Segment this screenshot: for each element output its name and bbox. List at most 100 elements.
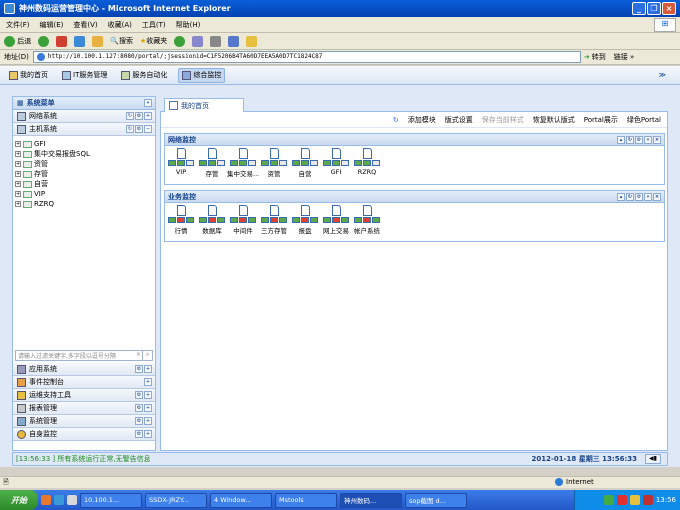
collapse-panel-button[interactable]: « — [144, 99, 152, 107]
tray-security-icon[interactable] — [616, 495, 627, 505]
favorites-button[interactable]: ★收藏夹 — [140, 36, 167, 46]
menu-group-ops-tools[interactable]: 运维支持工具 ⚙ + — [13, 389, 155, 402]
tray-network-icon[interactable] — [603, 495, 614, 505]
taskbar-item[interactable]: sop截图 d... — [405, 492, 467, 508]
stop-icon[interactable] — [56, 35, 68, 47]
quicklaunch-desktop-icon[interactable] — [67, 495, 77, 505]
gear-tool-icon[interactable]: ⚙ — [635, 136, 643, 144]
refresh-tool-icon[interactable]: ↻ — [626, 193, 634, 201]
expand-tool-icon[interactable]: + — [144, 112, 152, 120]
taskbar-item-active[interactable]: 神州数码... — [340, 492, 402, 508]
back-button[interactable]: 后退 — [4, 35, 31, 47]
tree-expand-icon[interactable]: + — [15, 181, 21, 187]
monitor-item[interactable]: 存管 — [198, 148, 226, 182]
menu-view[interactable]: 查看(V) — [73, 20, 97, 30]
history-icon[interactable] — [174, 35, 186, 47]
green-portal-button[interactable]: 绿色Portal — [627, 115, 661, 125]
address-input[interactable]: http://10.100.1.127:8080/portal/;jsessio… — [32, 51, 581, 63]
tree-expand-icon[interactable]: + — [15, 191, 21, 197]
restore-default-button[interactable]: 恢复默认版式 — [533, 115, 575, 125]
quicklaunch-ie-icon[interactable] — [54, 495, 64, 505]
gear-tool-icon[interactable]: ⚙ — [135, 365, 143, 373]
gear-tool-icon[interactable]: ⚙ — [135, 430, 143, 438]
monitor-item[interactable]: 行情 — [167, 205, 195, 239]
refresh-tool-icon[interactable]: ↻ — [626, 136, 634, 144]
refresh-icon[interactable] — [74, 35, 86, 47]
monitor-item[interactable]: 数据库 — [198, 205, 226, 239]
monitor-item[interactable]: 报盘 — [291, 205, 319, 239]
tree-node-custody[interactable]: + 存管 — [15, 169, 153, 179]
tree-expand-icon[interactable]: + — [15, 161, 21, 167]
monitor-item[interactable]: 中间件 — [229, 205, 257, 239]
gear-tool-icon[interactable]: ⚙ — [135, 112, 143, 120]
tray-app-icon[interactable] — [642, 495, 653, 505]
menu-group-application[interactable]: 应用系统 ⚙ + — [13, 363, 155, 376]
monitor-item[interactable]: 网上交易 — [322, 205, 350, 239]
layout-settings-button[interactable]: 版式设置 — [445, 115, 473, 125]
close-button[interactable]: × — [662, 2, 676, 15]
filter-search-input[interactable]: 请输入过滤关键字,多字段以逗号分隔 × ⌕ — [15, 350, 153, 361]
taskbar-item[interactable]: Mstools — [275, 492, 337, 508]
tree-expand-icon[interactable]: + — [15, 151, 21, 157]
gear-tool-icon[interactable]: ⚙ — [135, 417, 143, 425]
monitor-item[interactable]: 集中交易... — [227, 148, 259, 182]
menu-group-reports[interactable]: 报表管理 ⚙ + — [13, 402, 155, 415]
gear-tool-icon[interactable]: ⚙ — [135, 404, 143, 412]
search-button[interactable]: 🔍搜索 — [110, 36, 133, 46]
tray-volume-icon[interactable] — [629, 495, 640, 505]
tree-node-rzrq[interactable]: + RZRQ — [15, 199, 153, 209]
expand-tool-icon[interactable]: + — [144, 365, 152, 373]
tree-expand-icon[interactable]: + — [15, 201, 21, 207]
gear-tool-icon[interactable]: ⚙ — [635, 193, 643, 201]
expand-tool-icon[interactable]: + — [144, 404, 152, 412]
minimize-tool-icon[interactable]: « — [644, 136, 652, 144]
tab-integrated-monitor[interactable]: 综合监控 — [178, 67, 226, 83]
monitor-item[interactable]: RZRQ — [353, 148, 381, 182]
mail-icon[interactable] — [192, 35, 204, 47]
menu-group-host[interactable]: 主机系统 ↻ ⚙ − — [13, 123, 155, 136]
tab-it-service[interactable]: IT服务管理 — [59, 68, 110, 83]
taskbar-item[interactable]: SSDX-JRZY... — [145, 492, 207, 508]
close-tool-icon[interactable]: × — [653, 193, 661, 201]
tab-my-home[interactable]: 我的首页 — [6, 68, 51, 83]
monitor-item[interactable]: 自营 — [291, 148, 319, 182]
add-module-button[interactable]: 添加模块 — [408, 115, 436, 125]
refresh-tool-icon[interactable]: ↻ — [126, 125, 134, 133]
menu-group-system-mgmt[interactable]: 系统管理 ⚙ + — [13, 415, 155, 428]
taskbar-item[interactable]: 10.100.1... — [80, 492, 142, 508]
minimize-button[interactable]: _ — [632, 2, 646, 15]
collapse-tool-icon[interactable]: ▴ — [617, 193, 625, 201]
tree-expand-icon[interactable]: + — [15, 141, 21, 147]
clear-filter-icon[interactable]: × — [136, 351, 141, 358]
expand-tool-icon[interactable]: + — [144, 378, 152, 386]
start-button[interactable]: 开始 — [0, 490, 38, 510]
tab-home-page[interactable]: 我的首页 — [164, 98, 244, 112]
tree-node-asset-mgmt[interactable]: + 资管 — [15, 159, 153, 169]
tree-node-gfi[interactable]: + GFI — [15, 139, 153, 149]
menu-group-self-monitor[interactable]: 自身监控 ⚙ + — [13, 428, 155, 441]
status-action-button[interactable]: ◀▮ — [645, 454, 661, 464]
save-style-button[interactable]: 保存当前样式 — [482, 115, 524, 125]
collapse-toolbar-icon[interactable]: ≫ — [659, 71, 666, 79]
menu-edit[interactable]: 编辑(E) — [40, 20, 64, 30]
collapse-tool-icon[interactable]: ▴ — [617, 136, 625, 144]
menu-group-network[interactable]: 网络系统 ↻ ⚙ + — [13, 110, 155, 123]
tree-expand-icon[interactable]: + — [15, 171, 21, 177]
monitor-item[interactable]: VIP — [167, 148, 195, 182]
menu-file[interactable]: 文件(F) — [6, 20, 30, 30]
edit-icon[interactable] — [228, 35, 240, 47]
go-button[interactable]: ➔ 转到 — [584, 52, 606, 62]
tree-node-proprietary[interactable]: + 自营 — [15, 179, 153, 189]
tab-service-automation[interactable]: 服务自动化 — [118, 68, 170, 83]
quicklaunch-browser-icon[interactable] — [41, 495, 51, 505]
links-button[interactable]: 链接 » — [614, 52, 635, 62]
monitor-item[interactable]: 资管 — [260, 148, 288, 182]
gear-tool-icon[interactable]: ⚙ — [135, 391, 143, 399]
tree-node-vip[interactable]: + VIP — [15, 189, 153, 199]
collapse-tool-icon[interactable]: − — [144, 125, 152, 133]
gear-tool-icon[interactable]: ⚙ — [135, 125, 143, 133]
portal-display-button[interactable]: Portal展示 — [584, 115, 618, 125]
refresh-icon[interactable]: ↻ — [393, 116, 399, 124]
forward-arrow-icon[interactable] — [38, 35, 50, 47]
monitor-item[interactable]: 三方存管 — [260, 205, 288, 239]
